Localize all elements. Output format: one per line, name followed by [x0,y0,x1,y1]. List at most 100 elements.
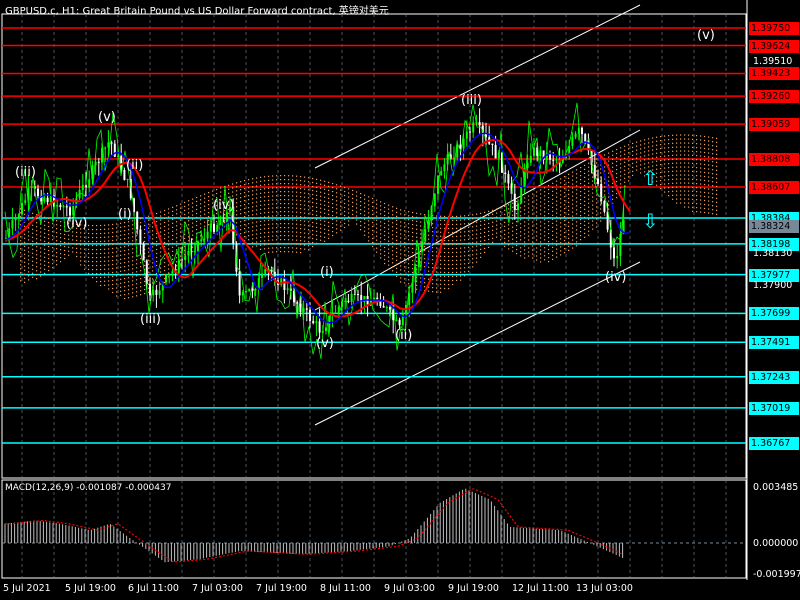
ichimoku-cloud-dot [444,243,446,246]
ichimoku-cloud-dot [360,229,362,231]
ichimoku-cloud-dot [24,241,26,243]
ichimoku-cloud-dot [208,200,210,202]
ichimoku-cloud-dot [280,219,282,221]
ichimoku-cloud-dot [308,201,310,203]
ichimoku-cloud-dot [716,181,718,184]
ichimoku-cloud-dot [492,241,494,243]
ichimoku-cloud-dot [544,247,546,249]
ichimoku-cloud-dot [524,225,526,227]
price-chart[interactable]: ⇧⇩ [0,0,800,600]
ichimoku-cloud-dot [532,193,534,195]
ichimoku-cloud-dot [488,234,490,237]
ichimoku-cloud-dot [708,164,710,166]
candle-body [197,241,199,252]
ichimoku-cloud-dot [612,198,614,200]
ichimoku-cloud-dot [600,208,602,210]
ichimoku-cloud-dot [56,220,58,222]
ichimoku-cloud-dot [660,188,662,190]
ichimoku-cloud-dot [676,166,678,168]
ichimoku-cloud-dot [444,283,446,286]
ichimoku-cloud-dot [472,230,474,232]
ichimoku-cloud-dot [80,256,82,258]
ichimoku-cloud-dot [84,252,86,254]
ichimoku-cloud-dot [264,188,266,190]
ichimoku-cloud-dot [468,234,470,236]
ichimoku-cloud-dot [192,230,194,232]
candle-body [145,260,148,284]
ichimoku-cloud-dot [404,226,406,228]
ichimoku-cloud-dot [384,242,386,245]
ichimoku-cloud-dot [332,222,334,225]
ichimoku-cloud-dot [120,254,122,256]
ichimoku-cloud-dot [100,232,102,235]
ichimoku-cloud-dot [328,233,330,235]
ichimoku-cloud-dot [696,187,698,189]
ichimoku-cloud-dot [252,226,254,228]
ichimoku-cloud-dot [512,234,514,236]
ichimoku-cloud-dot [128,273,130,275]
elliott-wave-label: (ii) [126,158,144,173]
ichimoku-cloud-dot [584,204,586,207]
ichimoku-cloud-dot [336,200,338,202]
ichimoku-cloud-dot [496,236,498,238]
ichimoku-cloud-dot [684,154,686,156]
ichimoku-cloud-dot [132,232,134,234]
ichimoku-cloud-dot [280,247,282,249]
chikou-span-line [4,102,626,359]
ichimoku-cloud-dot [676,178,678,180]
elliott-wave-label: (i) [118,207,132,222]
ichimoku-cloud-dot [608,172,610,174]
ichimoku-cloud-dot [284,211,286,213]
ichimoku-cloud-dot [692,146,694,148]
ichimoku-cloud-dot [408,267,410,269]
ichimoku-cloud-dot [588,166,590,168]
ichimoku-cloud-dot [32,268,34,270]
ichimoku-cloud-dot [576,185,578,187]
ichimoku-cloud-dot [384,238,386,241]
ichimoku-cloud-dot [96,240,98,243]
ichimoku-cloud-dot [528,251,530,253]
ichimoku-cloud-dot [156,236,158,239]
ichimoku-cloud-dot [704,191,706,194]
ichimoku-cloud-dot [292,243,294,245]
ichimoku-cloud-dot [480,256,482,258]
ichimoku-cloud-dot [588,198,590,200]
resistance-price-label: 1.39059 [749,118,799,132]
elliott-wave-label: (v) [98,110,116,125]
ichimoku-cloud-dot [216,220,218,223]
ichimoku-cloud-dot [348,224,350,226]
ichimoku-cloud-dot [560,182,562,184]
ichimoku-cloud-dot [348,216,350,218]
candle-body [37,188,39,197]
ichimoku-cloud-dot [468,226,470,228]
ichimoku-cloud-dot [568,225,570,227]
ichimoku-cloud-dot [372,237,374,240]
ichimoku-cloud-dot [348,192,350,194]
ichimoku-cloud-dot [540,193,542,195]
ichimoku-cloud-dot [388,244,390,246]
ichimoku-cloud-dot [276,243,278,245]
ichimoku-cloud-dot [476,237,478,239]
ichimoku-cloud-dot [692,166,694,168]
ichimoku-cloud-dot [148,223,150,225]
ichimoku-cloud-dot [452,255,454,258]
current-bid-label: 1.38324 [749,220,799,234]
ichimoku-cloud-dot [532,217,534,219]
ichimoku-cloud-dot [168,232,170,234]
ichimoku-cloud-dot [32,260,34,262]
ichimoku-cloud-dot [588,214,590,216]
candle-body [299,303,302,313]
ichimoku-cloud-dot [716,177,718,180]
ichimoku-cloud-dot [420,237,422,239]
ichimoku-cloud-dot [584,236,586,239]
ichimoku-cloud-dot [460,271,462,273]
ichimoku-cloud-dot [564,244,566,246]
ichimoku-cloud-dot [436,275,438,277]
ichimoku-cloud-dot [704,159,706,162]
ichimoku-cloud-dot [580,239,582,241]
ichimoku-cloud-dot [292,203,294,205]
ichimoku-cloud-dot [304,192,306,194]
ichimoku-cloud-dot [468,238,470,240]
ichimoku-cloud-dot [256,205,258,207]
ichimoku-cloud-dot [204,221,206,223]
